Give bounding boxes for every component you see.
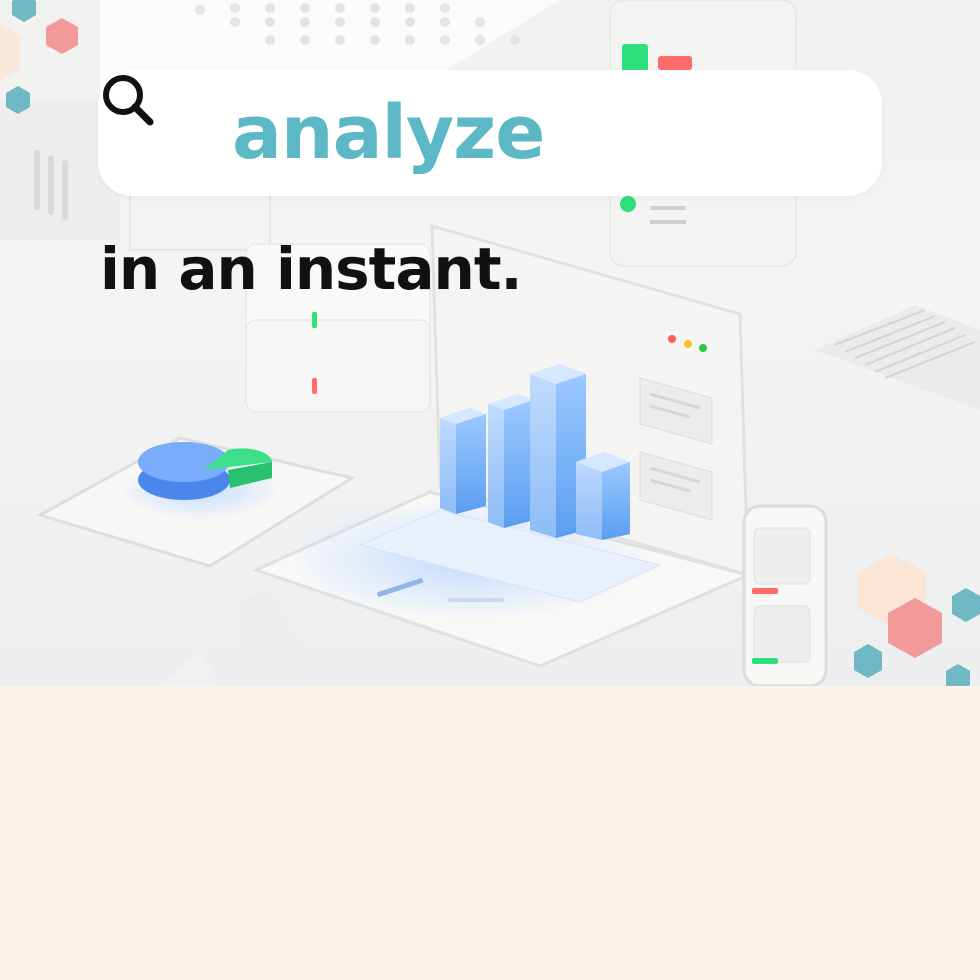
glass-prism-2	[238, 590, 320, 686]
status-red-icon	[658, 56, 692, 70]
search-bar[interactable]: analyze	[98, 70, 882, 196]
headline: in an instant.	[100, 235, 523, 303]
hero-illustration: analyze in an instant.	[0, 0, 980, 686]
glass-prism	[160, 650, 220, 686]
phone-icon	[742, 504, 828, 686]
status-dot-icon	[620, 196, 636, 212]
search-icon	[103, 75, 154, 126]
search-query: analyze	[232, 90, 545, 176]
right-grill	[815, 305, 980, 410]
status-green-icon	[622, 44, 648, 72]
bottom-panel	[0, 686, 980, 980]
server-light-red	[312, 378, 317, 394]
server-light-green	[312, 312, 317, 328]
